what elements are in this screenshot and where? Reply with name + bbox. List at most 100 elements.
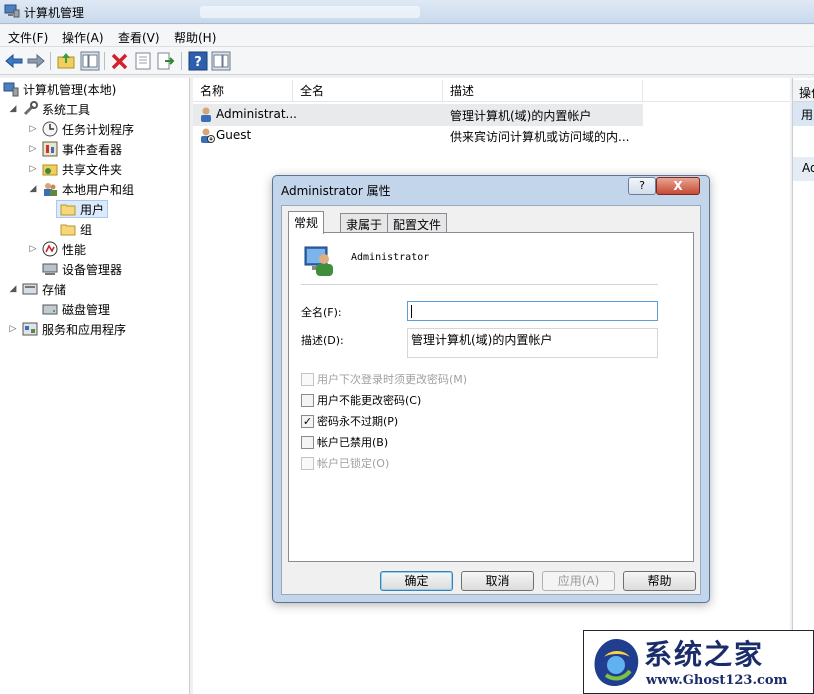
collapsed-arrow-icon[interactable]: ▷ bbox=[8, 324, 18, 334]
watermark-title: 系统之家 bbox=[644, 638, 765, 671]
collapsed-arrow-icon[interactable]: ▷ bbox=[28, 124, 38, 134]
column-header-fullname[interactable]: 全名 bbox=[293, 80, 443, 102]
menu-bar: 文件(F) 操作(A) 查看(V) 帮助(H) bbox=[0, 25, 814, 47]
toolbar-separator bbox=[104, 52, 105, 70]
tree-label: 事件查看器 bbox=[62, 142, 123, 157]
description-label: 描述(D): bbox=[301, 334, 344, 347]
checkbox-box[interactable] bbox=[301, 393, 314, 407]
dialog-title: Administrator 属性 bbox=[281, 184, 391, 198]
shared-folder-icon bbox=[42, 161, 58, 177]
tree-item-disk-management[interactable]: 磁盘管理 bbox=[42, 300, 110, 318]
menu-action[interactable]: 操作(A) bbox=[62, 29, 104, 46]
checkbox-password-never-expires[interactable]: ✓ 密码永不过期(P) bbox=[301, 413, 398, 429]
checkbox-box[interactable] bbox=[301, 435, 314, 449]
collapsed-arrow-icon[interactable]: ▷ bbox=[28, 244, 38, 254]
dialog-help-button[interactable]: ? bbox=[628, 177, 656, 195]
user-avatar-icon bbox=[304, 246, 333, 276]
services-icon bbox=[22, 321, 38, 337]
tree-label: 计算机管理(本地) bbox=[23, 82, 117, 97]
tree-item-storage[interactable]: ◢ 存储 bbox=[8, 280, 66, 298]
svg-text:?: ? bbox=[194, 55, 202, 70]
checkbox-label: 用户不能更改密码(C) bbox=[317, 394, 422, 407]
expanded-arrow-icon[interactable]: ◢ bbox=[8, 104, 18, 114]
toolbar-separator bbox=[50, 52, 51, 70]
divider bbox=[301, 284, 658, 285]
tree-item-shared-folders[interactable]: ▷ 共享文件夹 bbox=[28, 160, 122, 178]
tab-general[interactable]: 常规 bbox=[288, 211, 325, 234]
properties-icon[interactable] bbox=[133, 51, 153, 71]
text-caret bbox=[411, 305, 412, 318]
show-hide-tree-icon[interactable] bbox=[80, 51, 100, 71]
tree-item-services-apps[interactable]: ▷ 服务和应用程序 bbox=[8, 320, 126, 338]
toolbar-separator bbox=[181, 52, 182, 70]
table-row[interactable]: Administrat... 管理计算机(域)的内置帐户 bbox=[193, 104, 643, 126]
checkbox-box[interactable] bbox=[301, 456, 314, 470]
tree-label: 磁盘管理 bbox=[62, 302, 111, 317]
storage-icon bbox=[22, 281, 38, 297]
tree-label: 存储 bbox=[42, 282, 67, 297]
tree-item-performance[interactable]: ▷ 性能 bbox=[28, 240, 86, 258]
checkbox-label: 帐户已锁定(O) bbox=[317, 457, 390, 470]
expanded-arrow-icon[interactable]: ◢ bbox=[8, 284, 18, 294]
dialog-close-button[interactable]: X bbox=[656, 177, 700, 195]
help-button[interactable]: 帮助 bbox=[623, 571, 696, 591]
description-input[interactable]: 管理计算机(域)的内置帐户 bbox=[407, 328, 658, 358]
back-arrow-icon[interactable] bbox=[4, 51, 24, 71]
folder-icon bbox=[60, 201, 76, 217]
performance-icon bbox=[42, 241, 58, 257]
table-row[interactable]: Guest 供来宾访问计算机或访问域的内... bbox=[193, 125, 643, 147]
tree-label: 组 bbox=[80, 222, 93, 237]
tree-item-groups[interactable]: 组 bbox=[60, 220, 92, 238]
forward-arrow-icon[interactable] bbox=[26, 51, 46, 71]
checkbox-account-locked[interactable]: 帐户已锁定(O) bbox=[301, 455, 389, 471]
column-header-description[interactable]: 描述 bbox=[443, 80, 643, 102]
collapsed-arrow-icon[interactable]: ▷ bbox=[28, 144, 38, 154]
checkbox-box[interactable] bbox=[301, 372, 314, 386]
toolbar: ? bbox=[0, 47, 814, 75]
checkbox-must-change-password[interactable]: 用户下次登录时须更改密码(M) bbox=[301, 371, 467, 387]
tree-item-root[interactable]: 计算机管理(本地) bbox=[3, 80, 116, 98]
tree-item-event-viewer[interactable]: ▷ 事件查看器 bbox=[28, 140, 122, 158]
menu-view[interactable]: 查看(V) bbox=[118, 29, 160, 46]
expanded-arrow-icon[interactable]: ◢ bbox=[28, 184, 38, 194]
up-folder-icon[interactable] bbox=[56, 51, 76, 71]
checkbox-cannot-change-password[interactable]: 用户不能更改密码(C) bbox=[301, 392, 421, 408]
tree-item-users[interactable]: 用户 bbox=[56, 200, 109, 218]
collapsed-arrow-icon[interactable]: ▷ bbox=[28, 164, 38, 174]
checkbox-label: 帐户已禁用(B) bbox=[317, 436, 389, 449]
actions-item[interactable]: 用 bbox=[801, 106, 814, 123]
tree-item-local-users-groups[interactable]: ◢ 本地用户和组 bbox=[28, 180, 134, 198]
ok-button[interactable]: 确定 bbox=[380, 571, 453, 591]
tab-profile[interactable]: 配置文件 bbox=[387, 213, 448, 233]
checkbox-label: 密码永不过期(P) bbox=[317, 415, 399, 428]
cancel-button[interactable]: 取消 bbox=[461, 571, 534, 591]
clock-icon bbox=[42, 121, 58, 137]
list-header: 名称 全名 描述 bbox=[193, 80, 790, 102]
help-icon[interactable]: ? bbox=[188, 51, 208, 71]
fullname-input[interactable] bbox=[407, 301, 658, 321]
tree-item-task-scheduler[interactable]: ▷ 任务计划程序 bbox=[28, 120, 134, 138]
column-header-name[interactable]: 名称 bbox=[193, 80, 293, 102]
users-groups-icon bbox=[42, 181, 58, 197]
show-hide-action-pane-icon[interactable] bbox=[211, 51, 231, 71]
menu-help[interactable]: 帮助(H) bbox=[174, 29, 216, 46]
event-viewer-icon bbox=[42, 141, 58, 157]
checkbox-box-checked[interactable]: ✓ bbox=[301, 414, 314, 428]
tab-member-of[interactable]: 隶属于 bbox=[340, 213, 389, 233]
cell-description: 供来宾访问计算机或访问域的内... bbox=[450, 130, 630, 144]
computer-management-icon bbox=[4, 4, 20, 18]
fullname-label: 全名(F): bbox=[301, 306, 342, 319]
user-icon bbox=[201, 107, 211, 122]
window-title: 计算机管理 bbox=[24, 6, 85, 20]
menu-file[interactable]: 文件(F) bbox=[8, 29, 48, 46]
console-tree: 计算机管理(本地) ◢ 系统工具 ▷ 任务计划程序 ▷ 事件查看器 ▷ 共享文件… bbox=[0, 78, 190, 694]
apply-button[interactable]: 应用(A) bbox=[542, 571, 615, 591]
tree-label: 性能 bbox=[62, 242, 87, 257]
title-bar: 计算机管理 bbox=[0, 0, 814, 24]
delete-icon[interactable] bbox=[110, 51, 130, 71]
export-list-icon[interactable] bbox=[156, 51, 176, 71]
checkbox-account-disabled[interactable]: 帐户已禁用(B) bbox=[301, 434, 388, 450]
tree-item-device-manager[interactable]: 设备管理器 bbox=[42, 260, 122, 278]
tree-item-system-tools[interactable]: ◢ 系统工具 bbox=[8, 100, 90, 118]
actions-item[interactable]: Ad bbox=[802, 161, 814, 175]
